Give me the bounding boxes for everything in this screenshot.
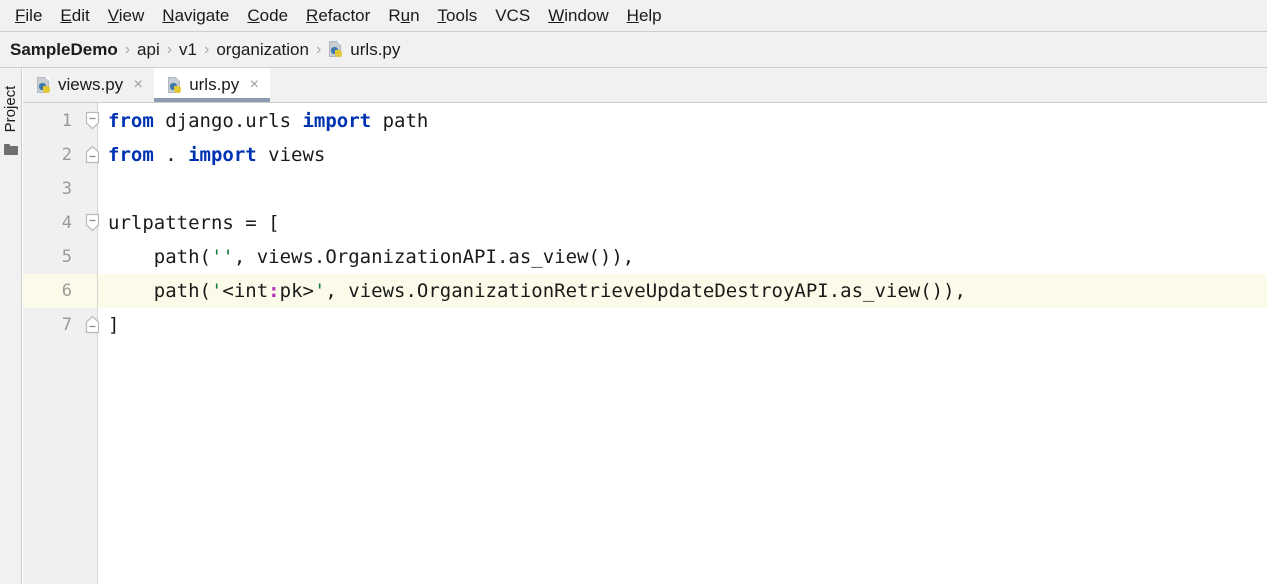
breadcrumb-item-label: v1: [179, 39, 198, 59]
tab-label: urls.py: [189, 75, 240, 94]
code-token-sep: :: [268, 280, 280, 302]
close-icon[interactable]: ×: [132, 77, 144, 93]
code-token-plain: path(: [108, 280, 211, 302]
line-number[interactable]: 3: [23, 172, 72, 206]
menu-item-window[interactable]: Window: [539, 4, 617, 27]
menu-bar: File Edit View Navigate Code Refactor Run Tools…: [0, 0, 1267, 32]
breadcrumb-item-organization[interactable]: organization: [216, 40, 309, 60]
code-token-kw: from: [108, 144, 154, 166]
code-line[interactable]: ]: [108, 308, 119, 342]
breadcrumb-separator: ›: [124, 40, 131, 58]
code-token-plain: ]: [108, 314, 120, 336]
line-number[interactable]: 2: [23, 138, 72, 172]
menu-item-code[interactable]: Code: [238, 4, 297, 27]
close-icon[interactable]: ×: [248, 77, 260, 93]
code-editor[interactable]: 1 from django.urls import path 2 from . imp…: [23, 103, 1267, 584]
menu-item-run[interactable]: Run: [379, 4, 428, 27]
breadcrumb-separator: ›: [166, 40, 173, 58]
python-file-icon: [36, 76, 53, 94]
menu-item-refactor[interactable]: Refactor: [297, 4, 379, 27]
code-token-plain: pk>: [279, 280, 314, 302]
line-number[interactable]: 1: [23, 104, 72, 138]
left-tool-window-strip: Project: [0, 68, 22, 584]
code-line[interactable]: from django.urls import path: [108, 104, 428, 138]
code-line[interactable]: path('', views.OrganizationAPI.as_view()…: [108, 240, 634, 274]
gutter-divider: [97, 103, 98, 584]
menu-item-navigate[interactable]: Navigate: [153, 4, 238, 27]
code-token-plain: urlpatterns = [: [108, 212, 280, 234]
tab-label: views.py: [58, 75, 124, 94]
code-token-plain: path(: [108, 246, 211, 268]
line-number[interactable]: 6: [23, 274, 72, 308]
breadcrumb: SampleDemo › api › v1 › organization › urls.py: [0, 32, 1267, 68]
breadcrumb-item-label: urls.py: [350, 39, 401, 59]
code-token-str: ': [210, 280, 223, 302]
menu-item-edit[interactable]: Edit: [51, 4, 98, 27]
editor-tab-bar: views.py × urls.py ×: [23, 68, 1267, 103]
code-token-plain: .: [153, 144, 189, 166]
breadcrumb-item-api[interactable]: api: [137, 40, 160, 60]
line-number[interactable]: 4: [23, 206, 72, 240]
breadcrumb-item-sampledemo[interactable]: SampleDemo: [10, 40, 118, 60]
code-token-kw: import: [188, 144, 257, 166]
folder-icon[interactable]: [4, 144, 18, 155]
code-token-str: ': [313, 280, 326, 302]
breadcrumb-separator: ›: [315, 40, 322, 58]
python-file-icon: [328, 41, 345, 58]
tab-urls-py[interactable]: urls.py ×: [154, 68, 271, 102]
code-token-plain: , views.OrganizationAPI.as_view()),: [233, 246, 635, 268]
line-number[interactable]: 5: [23, 240, 72, 274]
breadcrumb-separator: ›: [204, 40, 210, 58]
breadcrumb-item-label: organization: [216, 39, 309, 59]
line-number[interactable]: 7: [23, 308, 72, 342]
code-token-plain: django.urls: [153, 110, 303, 132]
menu-item-vcs[interactable]: VCS: [486, 4, 539, 27]
tab-views-py[interactable]: views.py ×: [23, 68, 154, 102]
breadcrumb-item-label: api: [137, 39, 160, 59]
code-token-plain: views: [256, 144, 326, 166]
code-token-kw: from: [108, 110, 154, 132]
breadcrumb-item-v1[interactable]: v1: [179, 40, 197, 60]
code-token-plain: <int: [222, 280, 269, 302]
menu-item-file[interactable]: File: [6, 4, 51, 27]
code-token-plain: path: [371, 110, 429, 132]
sidebar-item-project[interactable]: Project: [0, 81, 22, 137]
code-line[interactable]: path('<int:pk>', views.OrganizationRetri…: [108, 274, 966, 308]
python-file-icon: [167, 76, 184, 94]
code-token-kw: import: [302, 110, 372, 132]
code-token-plain: , views.OrganizationRetrieveUpdateDestro…: [325, 280, 966, 302]
breadcrumb-item-label: SampleDemo: [10, 39, 118, 59]
menu-item-help[interactable]: Help: [618, 4, 671, 27]
menu-item-view[interactable]: View: [99, 4, 154, 27]
code-line[interactable]: from . import views: [108, 138, 325, 172]
menu-item-tools[interactable]: Tools: [429, 4, 487, 27]
breadcrumb-item-urls-py[interactable]: urls.py: [328, 40, 400, 60]
code-token-str: '': [210, 246, 234, 268]
code-line[interactable]: urlpatterns = [: [108, 206, 280, 240]
